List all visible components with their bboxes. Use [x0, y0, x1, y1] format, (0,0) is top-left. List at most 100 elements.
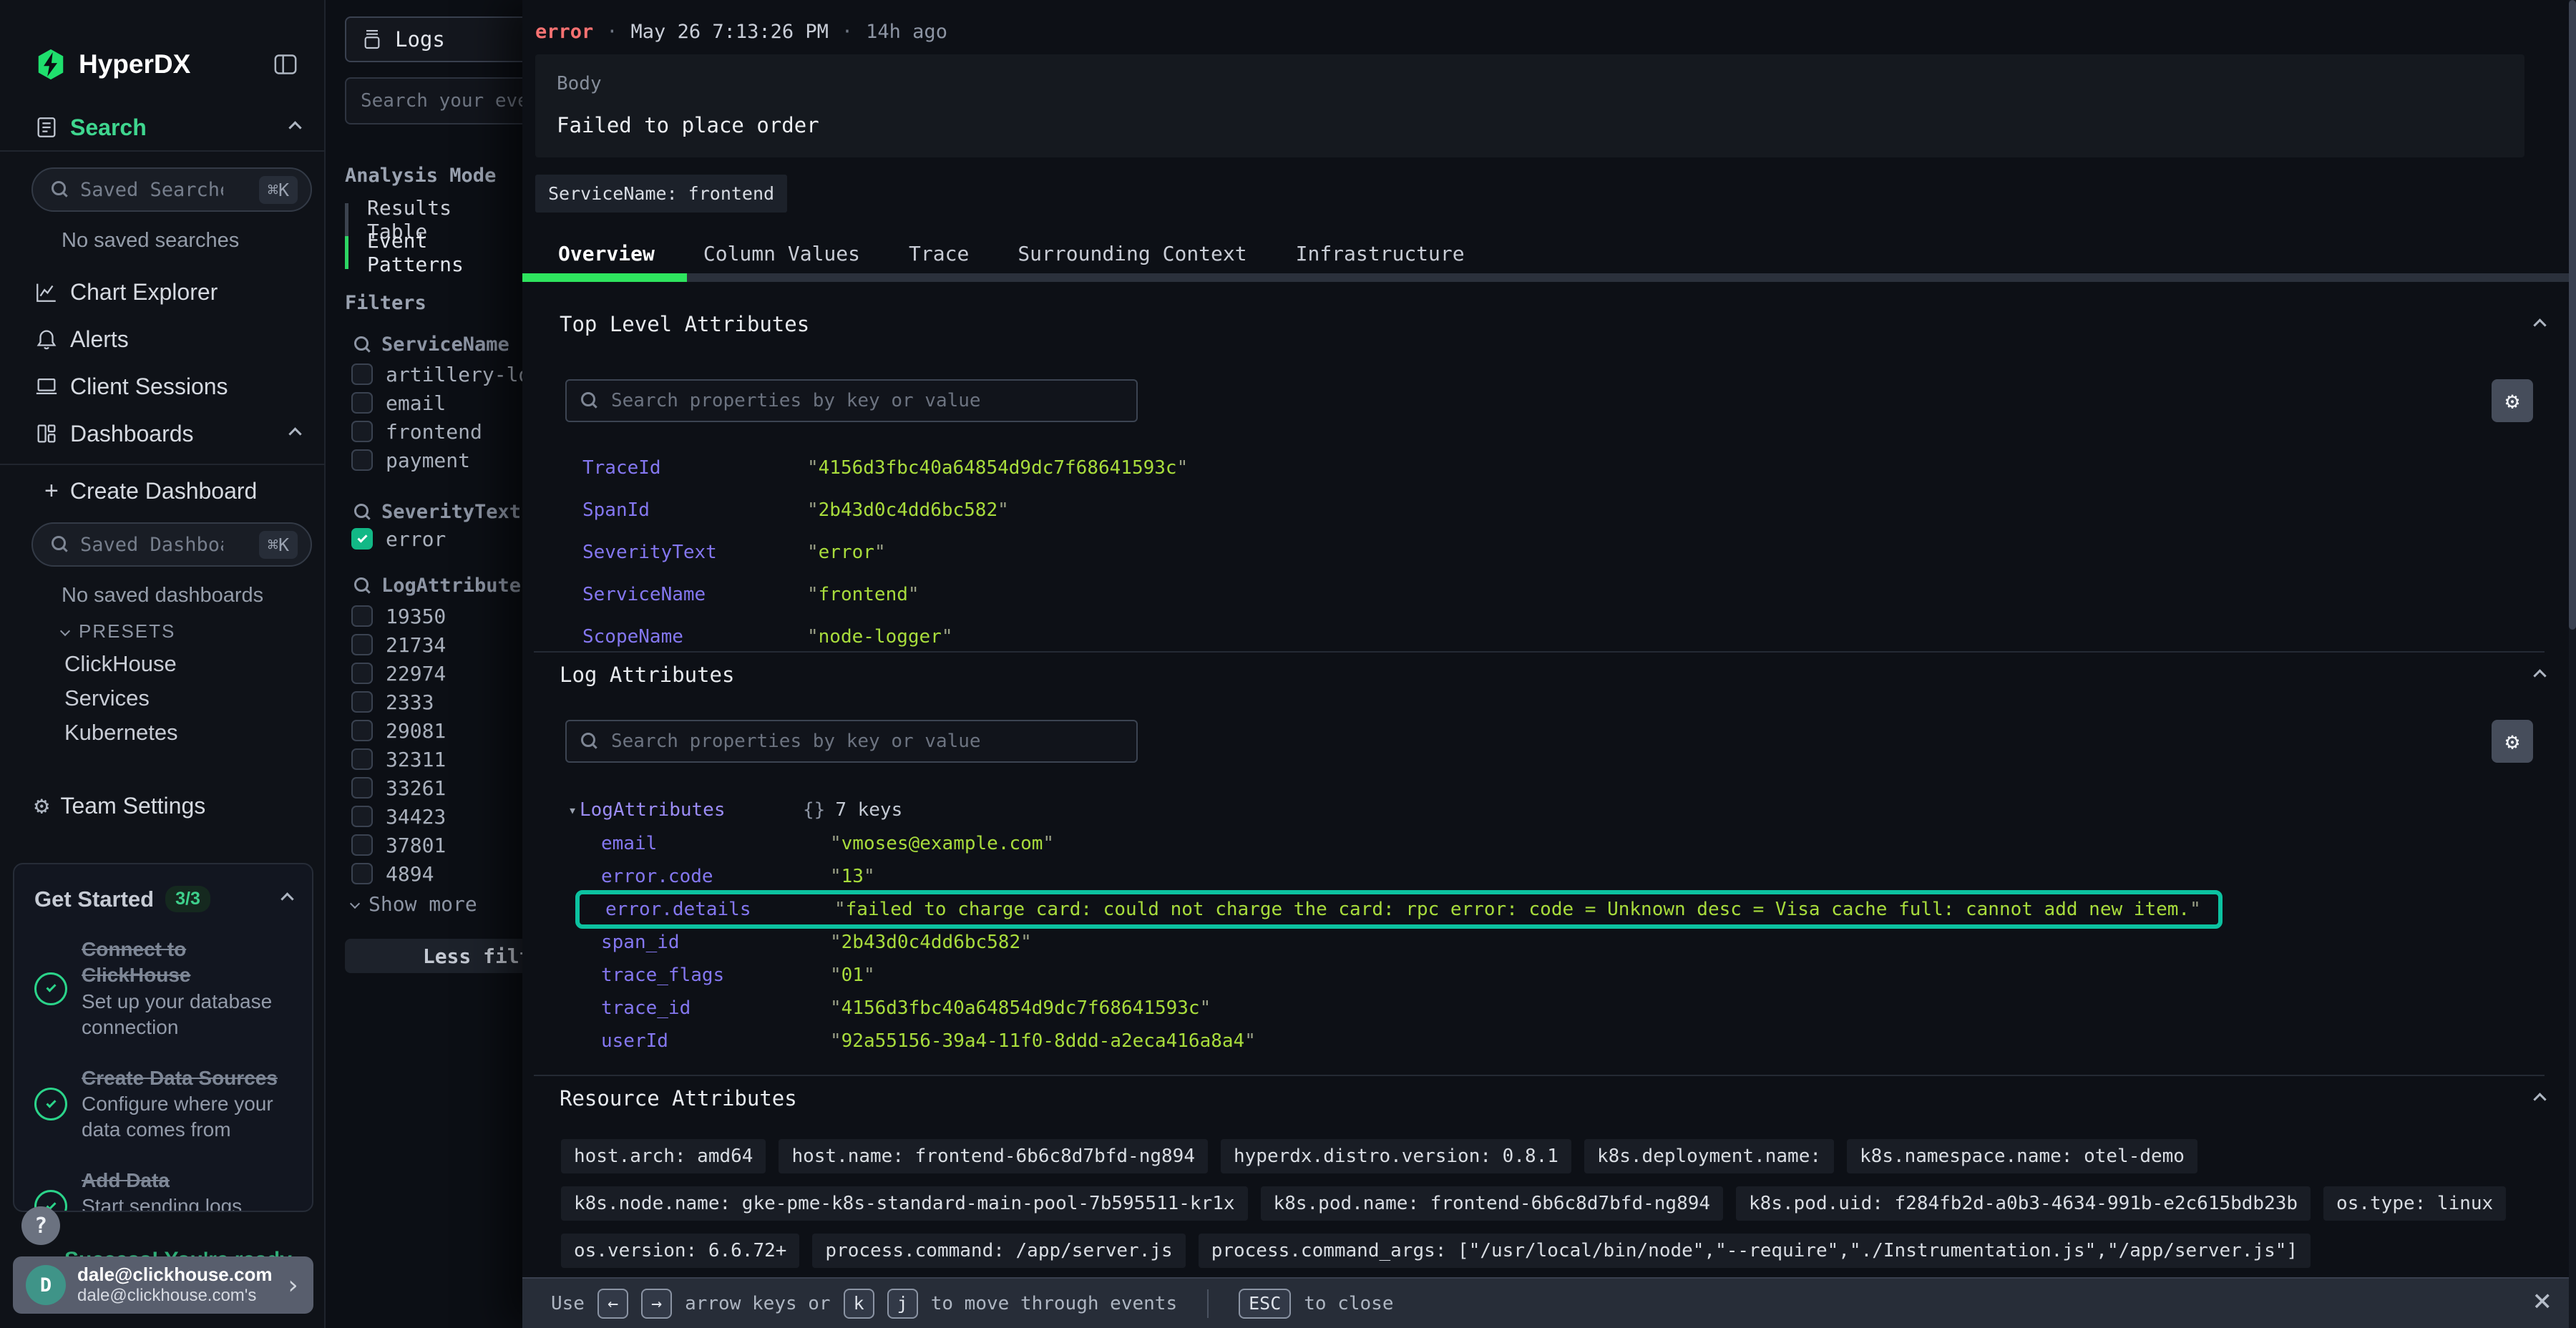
checkbox-unchecked[interactable] [351, 605, 373, 627]
filter-option[interactable]: 34423 [351, 802, 446, 831]
chevron-up-icon[interactable] [280, 892, 293, 905]
servicename-chip[interactable]: ServiceName: frontend [535, 175, 787, 213]
attribute-root-row[interactable]: ▾ LogAttributes {} 7 keys [522, 793, 2576, 827]
resource-pill[interactable]: k8s.pod.uid: f284fb2d-a0b3-4634-991b-e2c… [1736, 1186, 2311, 1221]
top-level-search-input[interactable] [611, 390, 1098, 411]
scrollbar-thumb[interactable] [2569, 0, 2576, 630]
collapse-section-icon[interactable] [2533, 318, 2546, 331]
sidebar-item-dashboards[interactable]: Dashboards [0, 416, 326, 451]
resource-pill[interactable]: host.arch: amd64 [561, 1139, 766, 1173]
less-filters-button[interactable]: Less filters [345, 939, 522, 973]
filter-option[interactable]: 19350 [351, 602, 446, 630]
attribute-row[interactable]: ServiceName"frontend" [522, 573, 2576, 615]
filter-option[interactable]: email [351, 389, 446, 417]
events-search-input[interactable] [361, 90, 522, 112]
help-button[interactable]: ? [21, 1206, 60, 1245]
resource-pill[interactable]: host.name: frontend-6b6c8d7bfd-ng894 [779, 1139, 1208, 1173]
filter-option[interactable]: 32311 [351, 745, 446, 773]
resource-pill[interactable]: k8s.node.name: gke-pme-k8s-standard-main… [561, 1186, 1248, 1221]
resource-pill[interactable]: k8s.pod.name: frontend-6b6c8d7bfd-ng894 [1261, 1186, 1723, 1221]
filter-option[interactable]: error [351, 524, 446, 553]
saved-dashboards-field[interactable] [80, 534, 223, 556]
attribute-row[interactable]: email"vmoses@example.com" [522, 827, 2576, 860]
attribute-row[interactable]: SeverityText"error" [522, 531, 2576, 573]
log-attributes-search-input[interactable] [611, 731, 1098, 752]
mode-event-patterns[interactable]: Event Patterns [345, 236, 522, 269]
get-started-item[interactable]: Add Data Start sending logs, metrics, or… [34, 1168, 292, 1212]
saved-dashboards-input[interactable]: ⌘K [31, 522, 312, 567]
highlighted-attribute-row[interactable]: error.details "failed to charge card: co… [575, 890, 2223, 929]
filter-option[interactable]: frontend [351, 417, 482, 446]
checkbox-unchecked[interactable] [351, 449, 373, 471]
checkbox-unchecked[interactable] [351, 421, 373, 442]
get-started-item[interactable]: Create Data Sources Configure where your… [34, 1065, 292, 1143]
saved-searches-input[interactable]: ⌘K [31, 167, 312, 212]
checkbox-unchecked[interactable] [351, 863, 373, 884]
search-icon[interactable] [354, 336, 371, 353]
resource-pill[interactable]: os.version: 6.6.72+ [561, 1234, 799, 1268]
sidebar-item-client-sessions[interactable]: Client Sessions [0, 369, 326, 404]
close-icon[interactable]: × [2533, 1285, 2552, 1317]
attribute-row[interactable]: SpanId"2b43d0c4dd6bc582" [522, 489, 2576, 531]
resource-pill[interactable]: hyperdx.distro.version: 0.8.1 [1221, 1139, 1571, 1173]
preset-kubernetes[interactable]: Kubernetes [64, 720, 178, 746]
tab-overview[interactable]: Overview [534, 233, 679, 273]
checkbox-unchecked[interactable] [351, 720, 373, 741]
checkbox-unchecked[interactable] [351, 363, 373, 385]
sidebar-collapse-icon[interactable] [271, 50, 300, 79]
checkbox-unchecked[interactable] [351, 834, 373, 856]
chevron-up-icon[interactable] [288, 121, 301, 134]
checkbox-unchecked[interactable] [351, 806, 373, 827]
tab-trace[interactable]: Trace [884, 233, 993, 273]
top-level-settings-button[interactable]: ⚙ [2492, 379, 2533, 422]
log-attributes-settings-button[interactable]: ⚙ [2492, 720, 2533, 763]
filter-option[interactable]: 4894 [351, 859, 434, 888]
events-search-box[interactable] [345, 77, 522, 125]
collapse-section-icon[interactable] [2533, 1093, 2546, 1105]
attribute-row[interactable]: trace_flags"01" [522, 959, 2576, 992]
sidebar-item-search[interactable]: Search [0, 109, 326, 146]
user-menu[interactable]: D dale@clickhouse.com dale@clickhouse.co… [13, 1256, 313, 1314]
show-more-button[interactable]: Show more [351, 889, 477, 918]
preset-services[interactable]: Services [64, 685, 150, 711]
attribute-row[interactable]: span_id"2b43d0c4dd6bc582" [522, 926, 2576, 959]
filter-option[interactable]: payment [351, 446, 470, 474]
source-select[interactable]: Logs [345, 16, 522, 62]
preset-clickhouse[interactable]: ClickHouse [64, 651, 177, 677]
filter-option[interactable]: 2333 [351, 688, 434, 716]
attribute-row[interactable]: TraceId"4156d3fbc40a64854d9dc7f68641593c… [522, 446, 2576, 489]
resource-pill[interactable]: k8s.deployment.name: [1584, 1139, 1834, 1173]
search-icon[interactable] [354, 504, 371, 521]
create-dashboard-button[interactable]: + Create Dashboard [0, 474, 326, 508]
filter-option[interactable]: 29081 [351, 716, 446, 745]
tab-infrastructure[interactable]: Infrastructure [1272, 233, 1489, 273]
filter-option[interactable]: 21734 [351, 630, 446, 659]
filter-option[interactable]: 33261 [351, 773, 446, 802]
collapse-section-icon[interactable] [2533, 669, 2546, 682]
tab-surrounding-context[interactable]: Surrounding Context [993, 233, 1271, 273]
attribute-row[interactable]: userId"92a55156-39a4-11f0-8ddd-a2eca416a… [522, 1025, 2576, 1058]
resource-pill[interactable]: os.type: linux [2323, 1186, 2506, 1221]
checkbox-unchecked[interactable] [351, 663, 373, 684]
checkbox-unchecked[interactable] [351, 392, 373, 414]
resource-pill[interactable]: k8s.namespace.name: otel-demo [1847, 1139, 2197, 1173]
presets-toggle[interactable]: PRESETS [0, 617, 326, 645]
attribute-row[interactable]: error.code"13" [522, 860, 2576, 893]
scrollbar-track[interactable] [2569, 0, 2576, 1328]
get-started-item[interactable]: Connect to ClickHouse Set up your databa… [34, 937, 292, 1041]
top-level-search-box[interactable] [565, 379, 1138, 422]
saved-searches-field[interactable] [80, 179, 223, 201]
resource-pill[interactable]: process.command_args: ["/usr/local/bin/n… [1199, 1234, 2311, 1268]
search-icon[interactable] [354, 577, 371, 595]
checkbox-unchecked[interactable] [351, 634, 373, 655]
checkbox-unchecked[interactable] [351, 691, 373, 713]
sidebar-item-team-settings[interactable]: ⚙ Team Settings [0, 787, 326, 824]
tab-column-values[interactable]: Column Values [679, 233, 884, 273]
checkbox-checked[interactable] [351, 528, 373, 550]
checkbox-unchecked[interactable] [351, 748, 373, 770]
filter-option[interactable]: artillery-loadgen [351, 360, 522, 389]
sidebar-item-alerts[interactable]: Alerts [0, 322, 326, 356]
chevron-up-icon[interactable] [288, 427, 301, 440]
filter-option[interactable]: 37801 [351, 831, 446, 859]
sidebar-item-chart-explorer[interactable]: Chart Explorer [0, 275, 326, 309]
